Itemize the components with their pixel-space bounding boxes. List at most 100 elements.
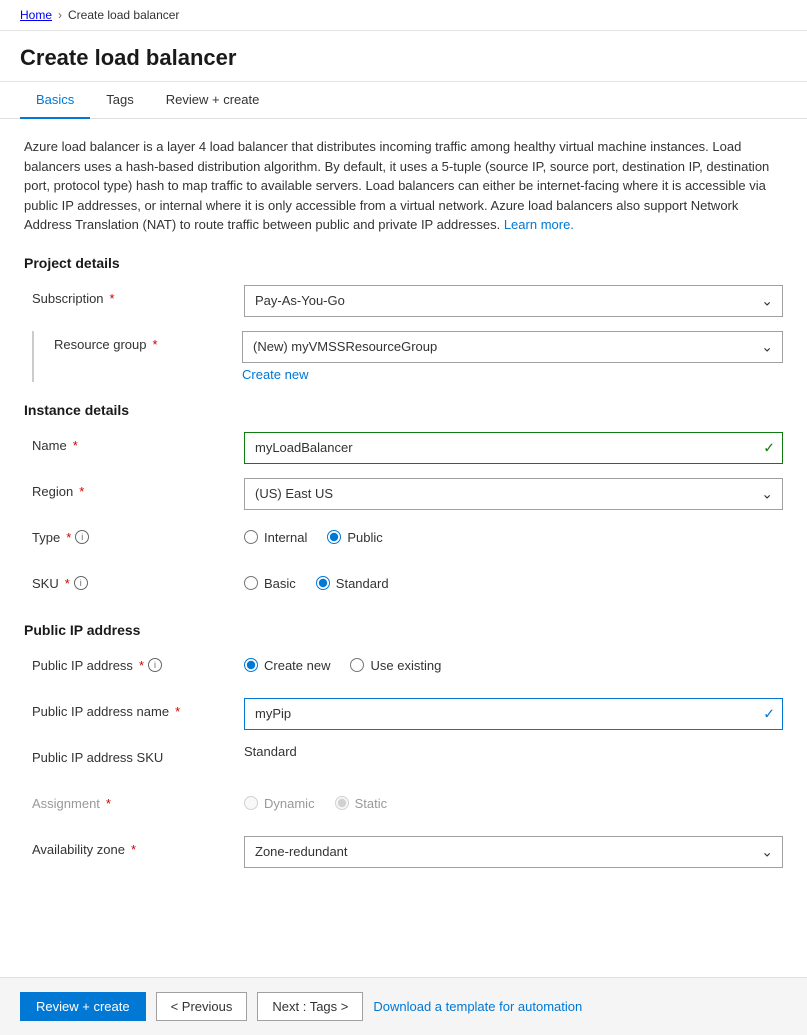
availability-zone-select-wrapper: Zone-redundant 1 2 3 No Zone [244, 836, 783, 868]
region-select-wrapper: (US) East US [244, 478, 783, 510]
name-input[interactable] [244, 432, 783, 464]
bottom-bar: Review + create < Previous Next : Tags >… [0, 977, 807, 1035]
type-internal-radio[interactable] [244, 530, 258, 544]
tabs-bar: Basics Tags Review + create [0, 82, 807, 119]
sku-standard-radio[interactable] [316, 576, 330, 590]
public-ip-use-existing-label: Use existing [370, 658, 441, 673]
assignment-radio-group: Dynamic Static [244, 790, 783, 811]
public-ip-name-label: Public IP address name* [24, 698, 244, 719]
resource-group-create-new[interactable]: Create new [242, 367, 308, 382]
main-content: Basics Tags Review + create Azure load b… [0, 82, 807, 977]
availability-zone-label: Availability zone* [24, 836, 244, 857]
public-ip-use-existing-option[interactable]: Use existing [350, 658, 441, 673]
type-public-radio[interactable] [327, 530, 341, 544]
public-ip-section: Public IP address Public IP address* i C… [24, 622, 783, 868]
public-ip-create-new-label: Create new [264, 658, 330, 673]
assignment-dynamic-option[interactable]: Dynamic [244, 796, 315, 811]
public-ip-sku-row: Public IP address SKU Standard [24, 744, 783, 776]
breadcrumb-separator: › [58, 8, 62, 22]
subscription-row: Subscription* Pay-As-You-Go [24, 285, 783, 317]
instance-details-title: Instance details [24, 402, 783, 418]
next-button[interactable]: Next : Tags > [257, 992, 363, 1021]
region-row: Region* (US) East US [24, 478, 783, 510]
assignment-control: Dynamic Static [244, 790, 783, 811]
public-ip-create-new-option[interactable]: Create new [244, 658, 330, 673]
resource-group-label: Resource group* [46, 331, 242, 352]
public-ip-radio-group: Create new Use existing [244, 652, 783, 673]
public-ip-row: Public IP address* i Create new Use exis… [24, 652, 783, 684]
assignment-label: Assignment* [24, 790, 244, 811]
sku-label: SKU* i [24, 570, 244, 591]
public-ip-name-row: Public IP address name* ✓ [24, 698, 783, 730]
availability-zone-row: Availability zone* Zone-redundant 1 2 3 … [24, 836, 783, 868]
description-text: Azure load balancer is a layer 4 load ba… [24, 137, 783, 235]
assignment-static-radio[interactable] [335, 796, 349, 810]
type-public-option[interactable]: Public [327, 530, 382, 545]
name-control: ✓ [244, 432, 783, 464]
sku-standard-option[interactable]: Standard [316, 576, 389, 591]
previous-button[interactable]: < Previous [156, 992, 248, 1021]
assignment-static-label: Static [355, 796, 388, 811]
learn-more-link[interactable]: Learn more. [504, 217, 574, 232]
public-ip-sku-text: Standard [244, 738, 297, 759]
content-area: Azure load balancer is a layer 4 load ba… [0, 119, 807, 906]
subscription-select[interactable]: Pay-As-You-Go [244, 285, 783, 317]
tab-tags[interactable]: Tags [90, 82, 149, 119]
sku-basic-option[interactable]: Basic [244, 576, 296, 591]
public-ip-sku-label: Public IP address SKU [24, 744, 244, 765]
subscription-control: Pay-As-You-Go [244, 285, 783, 317]
public-ip-use-existing-radio[interactable] [350, 658, 364, 672]
sku-basic-label: Basic [264, 576, 296, 591]
sku-basic-radio[interactable] [244, 576, 258, 590]
type-internal-option[interactable]: Internal [244, 530, 307, 545]
subscription-select-wrapper: Pay-As-You-Go [244, 285, 783, 317]
name-row: Name* ✓ [24, 432, 783, 464]
public-ip-sku-value: Standard [244, 744, 783, 759]
public-ip-name-input-wrapper: ✓ [244, 698, 783, 730]
resource-group-control: (New) myVMSSResourceGroup Create new [242, 331, 783, 382]
sku-info-icon: i [74, 576, 88, 590]
download-template-link[interactable]: Download a template for automation [373, 999, 582, 1014]
type-row: Type* i Internal Public [24, 524, 783, 556]
assignment-dynamic-label: Dynamic [264, 796, 315, 811]
public-ip-title: Public IP address [24, 622, 783, 638]
region-label: Region* [24, 478, 244, 499]
region-control: (US) East US [244, 478, 783, 510]
public-ip-info-icon: i [148, 658, 162, 672]
public-ip-name-valid-icon: ✓ [763, 705, 775, 722]
public-ip-control: Create new Use existing [244, 652, 783, 673]
name-label: Name* [24, 432, 244, 453]
project-details-section: Project details Subscription* Pay-As-You… [24, 255, 783, 382]
type-info-icon: i [75, 530, 89, 544]
tab-review[interactable]: Review + create [150, 82, 276, 119]
public-ip-label: Public IP address* i [24, 652, 244, 673]
public-ip-create-new-radio[interactable] [244, 658, 258, 672]
type-radio-group: Internal Public [244, 524, 783, 545]
availability-zone-select[interactable]: Zone-redundant 1 2 3 No Zone [244, 836, 783, 868]
review-create-button[interactable]: Review + create [20, 992, 146, 1021]
type-control: Internal Public [244, 524, 783, 545]
page-title: Create load balancer [20, 45, 787, 71]
resource-group-select[interactable]: (New) myVMSSResourceGroup [242, 331, 783, 363]
name-input-wrapper: ✓ [244, 432, 783, 464]
region-select[interactable]: (US) East US [244, 478, 783, 510]
assignment-dynamic-radio[interactable] [244, 796, 258, 810]
type-internal-label: Internal [264, 530, 307, 545]
page-header: Create load balancer [0, 31, 807, 82]
sku-standard-label: Standard [336, 576, 389, 591]
sku-control: Basic Standard [244, 570, 783, 591]
breadcrumb: Home › Create load balancer [0, 0, 807, 31]
tab-basics[interactable]: Basics [20, 82, 90, 119]
sku-row: SKU* i Basic Standard [24, 570, 783, 602]
type-label: Type* i [24, 524, 244, 545]
availability-zone-control: Zone-redundant 1 2 3 No Zone [244, 836, 783, 868]
sku-radio-group: Basic Standard [244, 570, 783, 591]
breadcrumb-current: Create load balancer [68, 8, 179, 22]
assignment-static-option[interactable]: Static [335, 796, 388, 811]
assignment-row: Assignment* Dynamic Static [24, 790, 783, 822]
public-ip-name-input[interactable] [244, 698, 783, 730]
project-details-title: Project details [24, 255, 783, 271]
breadcrumb-home[interactable]: Home [20, 8, 52, 22]
instance-details-section: Instance details Name* ✓ [24, 402, 783, 602]
type-public-label: Public [347, 530, 382, 545]
